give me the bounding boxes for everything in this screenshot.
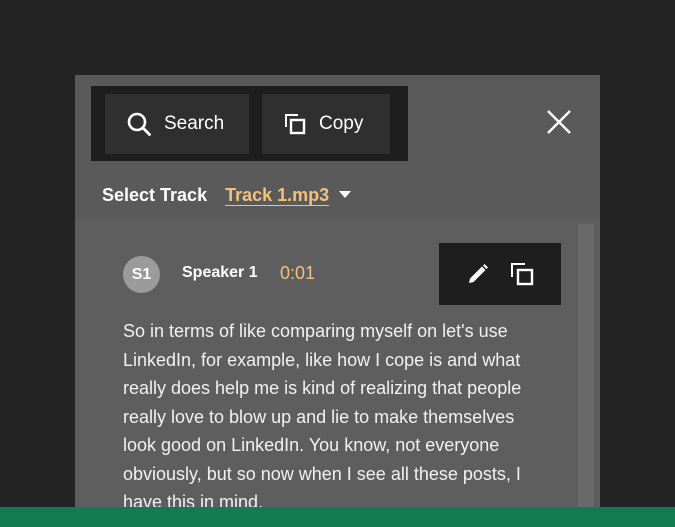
search-icon <box>126 111 152 137</box>
search-button-label: Search <box>164 113 225 134</box>
copy-button-label: Copy <box>319 113 364 134</box>
toolbar: Search Copy <box>91 86 408 161</box>
timestamp[interactable]: 0:01 <box>280 263 315 284</box>
search-button[interactable]: Search <box>105 94 249 154</box>
avatar: S1 <box>123 256 160 293</box>
scrollbar[interactable] <box>578 224 594 527</box>
track-selected-value[interactable]: Track 1.mp3 <box>225 185 329 206</box>
close-button[interactable] <box>544 107 574 137</box>
speaker-name: Speaker 1 <box>182 264 258 281</box>
entry-actions <box>439 243 561 305</box>
copy-icon[interactable] <box>510 262 534 286</box>
caret-down-icon[interactable] <box>339 186 352 204</box>
track-select-label: Select Track <box>102 184 208 205</box>
close-icon <box>544 110 574 141</box>
transcript-panel: Search Copy Select Track Track 1.mp3 S1 … <box>75 75 600 527</box>
copy-button[interactable]: Copy <box>262 94 390 154</box>
footer-bar <box>0 507 675 527</box>
track-selector-row: Select Track Track 1.mp3 <box>102 183 352 207</box>
track-dropdown[interactable]: Track 1.mp3 <box>225 185 352 206</box>
avatar-initials: S1 <box>131 265 152 283</box>
copy-icon <box>283 112 307 136</box>
transcript-text: So in terms of like comparing myself on … <box>123 321 522 512</box>
transcript-content: S1 Speaker 1 0:01 So in terms of like co… <box>75 220 600 527</box>
pencil-icon[interactable] <box>466 262 490 286</box>
